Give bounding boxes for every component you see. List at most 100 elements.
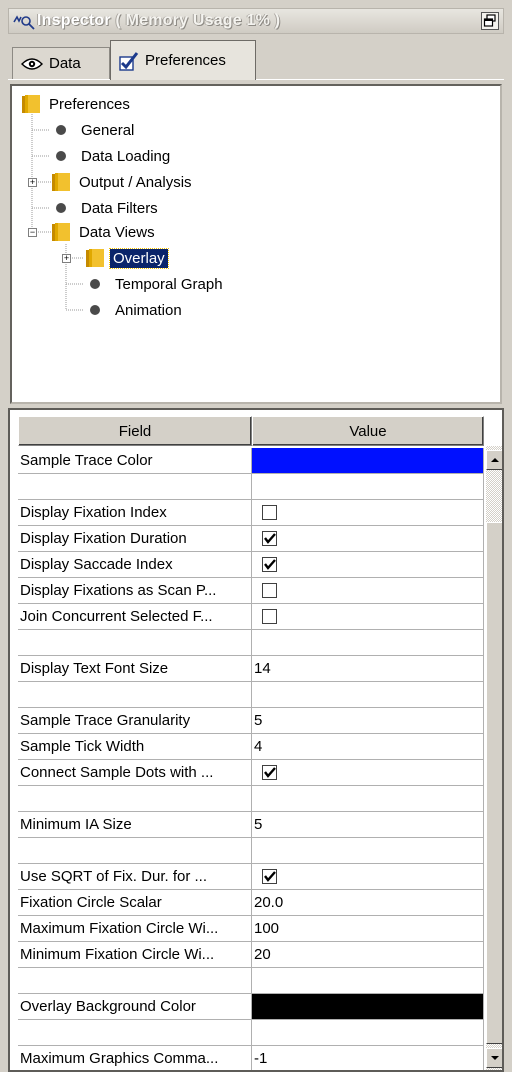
grid-row[interactable]: Maximum Graphics Comma... -1	[18, 1046, 484, 1070]
grid-row[interactable]	[18, 786, 484, 812]
grid-row[interactable]	[18, 968, 484, 994]
field-column-header[interactable]: Field	[18, 416, 252, 446]
tree-node-general[interactable]: General	[52, 118, 137, 142]
grid-field-cell	[18, 682, 252, 708]
preferences-tree[interactable]: Preferences General Data Loading + Outpu…	[10, 84, 502, 404]
grid-row[interactable]: Join Concurrent Selected F...	[18, 604, 484, 630]
tree-node-data-loading[interactable]: Data Loading	[52, 144, 173, 168]
value-checkbox[interactable]	[262, 557, 277, 572]
grid-value-checkbox-cell[interactable]	[252, 526, 484, 552]
grid-value-text-cell[interactable]	[252, 838, 484, 864]
grid-value-checkbox-cell[interactable]	[252, 760, 484, 786]
grid-row[interactable]: Minimum Fixation Circle Wi... 20	[18, 942, 484, 968]
grid-field-cell: Maximum Fixation Circle Wi...	[18, 916, 252, 942]
scroll-thumb[interactable]	[486, 522, 502, 1044]
leaf-bullet-icon	[90, 305, 100, 315]
grid-value-text-cell[interactable]	[252, 474, 484, 500]
expand-output-analysis-icon[interactable]: +	[28, 178, 37, 187]
grid-row[interactable]: Display Fixations as Scan P...	[18, 578, 484, 604]
grid-value-text-cell[interactable]	[252, 968, 484, 994]
grid-row[interactable]	[18, 838, 484, 864]
grid-row[interactable]	[18, 474, 484, 500]
tree-node-data-filters[interactable]: Data Filters	[52, 196, 161, 220]
window-title: Inspector ( Memory Usage 1% )	[37, 12, 280, 30]
color-swatch[interactable]	[252, 448, 483, 473]
value-checkbox[interactable]	[262, 583, 277, 598]
leaf-bullet-icon	[90, 279, 100, 289]
grid-field-cell: Minimum Fixation Circle Wi...	[18, 942, 252, 968]
grid-value-checkbox-cell[interactable]	[252, 552, 484, 578]
grid-row[interactable]: Display Text Font Size 14	[18, 656, 484, 682]
grid-value-text-cell[interactable]: 100	[252, 916, 484, 942]
grid-value-text-cell[interactable]: 4	[252, 734, 484, 760]
tree-node-temporal-graph[interactable]: Temporal Graph	[86, 272, 226, 296]
value-column-header[interactable]: Value	[252, 416, 484, 446]
grid-row[interactable]: Overlay Background Color	[18, 994, 484, 1020]
grid-row[interactable]: Sample Tick Width 4	[18, 734, 484, 760]
preferences-property-grid[interactable]: Field Value Sample Trace Color Display Fi…	[8, 408, 504, 1072]
grid-rows: Sample Trace Color Display Fixation Index…	[18, 448, 484, 1070]
color-swatch[interactable]	[252, 994, 483, 1019]
grid-value-checkbox-cell[interactable]	[252, 500, 484, 526]
grid-row[interactable]	[18, 630, 484, 656]
grid-row[interactable]: Sample Trace Color	[18, 448, 484, 474]
grid-row[interactable]: Maximum Fixation Circle Wi... 100	[18, 916, 484, 942]
grid-value-text-cell[interactable]: 14	[252, 656, 484, 682]
tab-preferences[interactable]: Preferences	[110, 40, 256, 80]
grid-value-text-cell[interactable]: 5	[252, 708, 484, 734]
tree-node-preferences[interactable]: Preferences	[22, 92, 133, 116]
grid-field-cell: Display Fixations as Scan P...	[18, 578, 252, 604]
restore-window-button[interactable]	[481, 12, 499, 30]
grid-value-checkbox-cell[interactable]	[252, 578, 484, 604]
expand-overlay-icon[interactable]: +	[62, 254, 71, 263]
grid-row[interactable]: Minimum IA Size 5	[18, 812, 484, 838]
grid-field-cell: Sample Tick Width	[18, 734, 252, 760]
value-checkbox[interactable]	[262, 505, 277, 520]
value-checkbox[interactable]	[262, 869, 277, 884]
grid-value-checkbox-cell[interactable]	[252, 864, 484, 890]
grid-value-text-cell[interactable]	[252, 1020, 484, 1046]
grid-value-text-cell[interactable]	[252, 786, 484, 812]
grid-field-cell: Display Saccade Index	[18, 552, 252, 578]
grid-row[interactable]: Sample Trace Granularity 5	[18, 708, 484, 734]
inspector-title-bar[interactable]: Inspector ( Memory Usage 1% )	[8, 8, 504, 34]
grid-field-cell: Sample Trace Granularity	[18, 708, 252, 734]
grid-field-cell	[18, 786, 252, 812]
grid-value-text-cell[interactable]	[252, 682, 484, 708]
eye-icon	[21, 57, 43, 70]
grid-field-cell: Sample Trace Color	[18, 448, 252, 474]
tab-data[interactable]: Data	[12, 47, 110, 79]
grid-value-checkbox-cell[interactable]	[252, 604, 484, 630]
grid-row[interactable]: Connect Sample Dots with ...	[18, 760, 484, 786]
tree-node-output-analysis[interactable]: Output / Analysis	[52, 170, 195, 194]
value-checkbox[interactable]	[262, 609, 277, 624]
tree-node-overlay[interactable]: Overlay	[86, 246, 169, 270]
scroll-down-button[interactable]	[486, 1048, 502, 1068]
tree-label-data-views: Data Views	[79, 223, 155, 241]
grid-row[interactable]: Use SQRT of Fix. Dur. for ...	[18, 864, 484, 890]
grid-row[interactable]: Fixation Circle Scalar 20.0	[18, 890, 484, 916]
grid-row[interactable]: Display Fixation Duration	[18, 526, 484, 552]
grid-value-text-cell[interactable]	[252, 630, 484, 656]
arrow-up-icon	[491, 458, 499, 462]
tree-label-output-analysis: Output / Analysis	[79, 173, 192, 191]
grid-value-text-cell[interactable]: 20.0	[252, 890, 484, 916]
grid-row[interactable]	[18, 682, 484, 708]
folder-icon	[52, 172, 70, 192]
grid-row[interactable]: Display Saccade Index	[18, 552, 484, 578]
grid-value-text-cell[interactable]: 20	[252, 942, 484, 968]
scroll-up-button[interactable]	[486, 450, 502, 470]
grid-value-color-cell[interactable]	[252, 994, 484, 1020]
value-checkbox[interactable]	[262, 765, 277, 780]
grid-row[interactable]	[18, 1020, 484, 1046]
tree-node-data-views[interactable]: Data Views	[52, 220, 158, 244]
collapse-data-views-icon[interactable]: −	[28, 228, 37, 237]
grid-value-color-cell[interactable]	[252, 448, 484, 474]
grid-value-text-cell[interactable]: -1	[252, 1046, 484, 1070]
grid-row[interactable]: Display Fixation Index	[18, 500, 484, 526]
grid-scrollbar[interactable]	[486, 446, 502, 1070]
value-checkbox[interactable]	[262, 531, 277, 546]
tree-label-data-filters: Data Filters	[81, 199, 158, 217]
grid-value-text-cell[interactable]: 5	[252, 812, 484, 838]
tree-node-animation[interactable]: Animation	[86, 298, 185, 322]
